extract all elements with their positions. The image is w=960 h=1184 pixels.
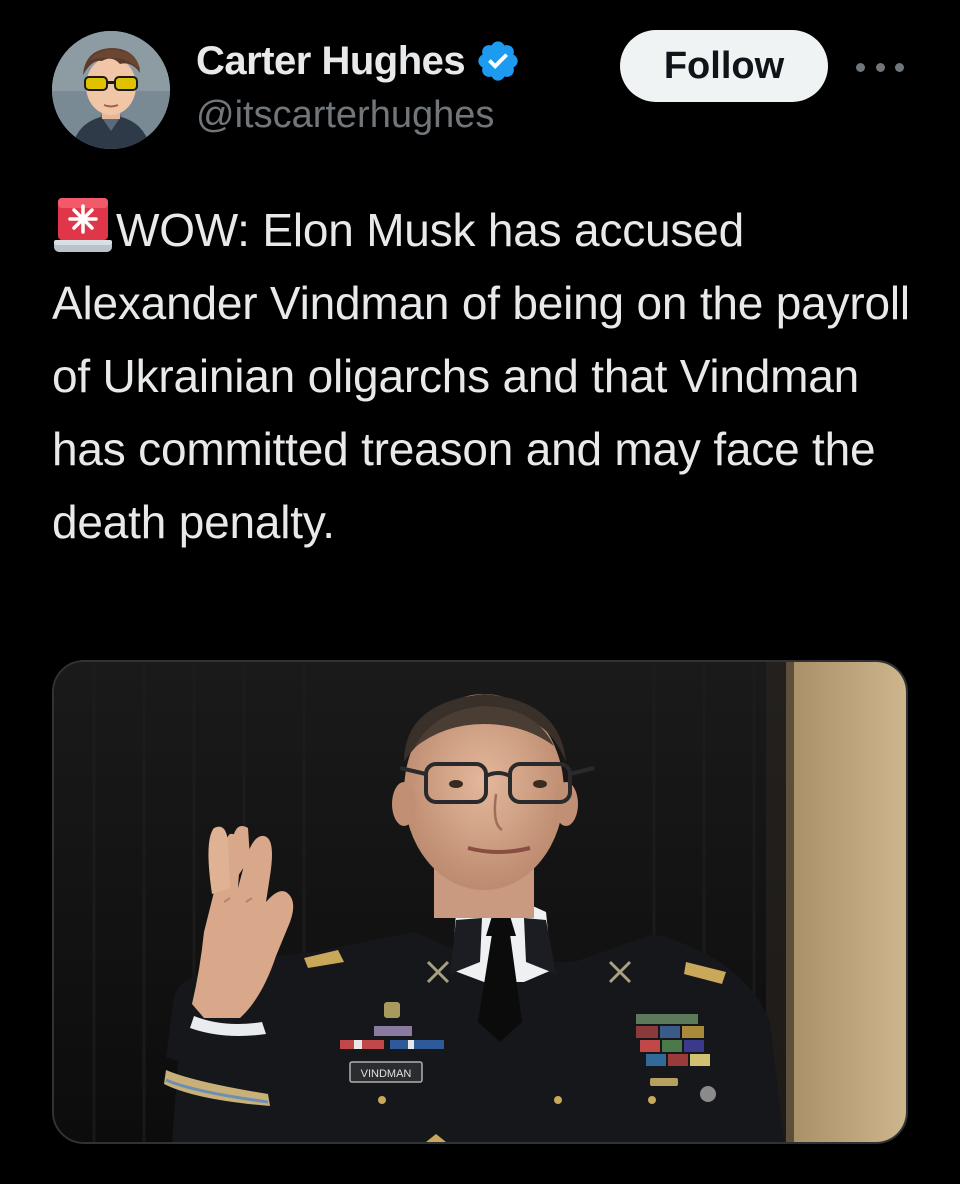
author-handle[interactable]: @itscarterhughes — [196, 94, 521, 137]
more-dot — [856, 62, 865, 72]
nameplate-text: VINDMAN — [361, 1068, 412, 1080]
more-options-icon[interactable] — [856, 52, 904, 82]
avatar[interactable] — [52, 31, 170, 149]
tweet-media-image[interactable]: VINDMAN — [52, 660, 908, 1144]
tweet-text: WOW: Elon Musk has accused Alexander Vin… — [52, 194, 922, 559]
author-info: Carter Hughes @itscarterhughes — [196, 34, 521, 137]
more-dot — [875, 62, 885, 72]
tweet-header: Carter Hughes @itscarterhughes Follow — [0, 0, 960, 170]
police-car-light-icon — [52, 194, 114, 256]
more-dot — [895, 62, 904, 72]
verified-badge-icon[interactable] — [475, 38, 521, 84]
cartoon-avatar-icon — [52, 31, 170, 149]
author-display-name[interactable]: Carter Hughes — [196, 39, 466, 84]
photo-man-raising-hand: VINDMAN — [54, 662, 906, 1142]
follow-button[interactable]: Follow — [620, 30, 828, 102]
display-name-row: Carter Hughes — [196, 34, 521, 88]
tweet-body: WOW: Elon Musk has accused Alexander Vin… — [52, 204, 910, 548]
